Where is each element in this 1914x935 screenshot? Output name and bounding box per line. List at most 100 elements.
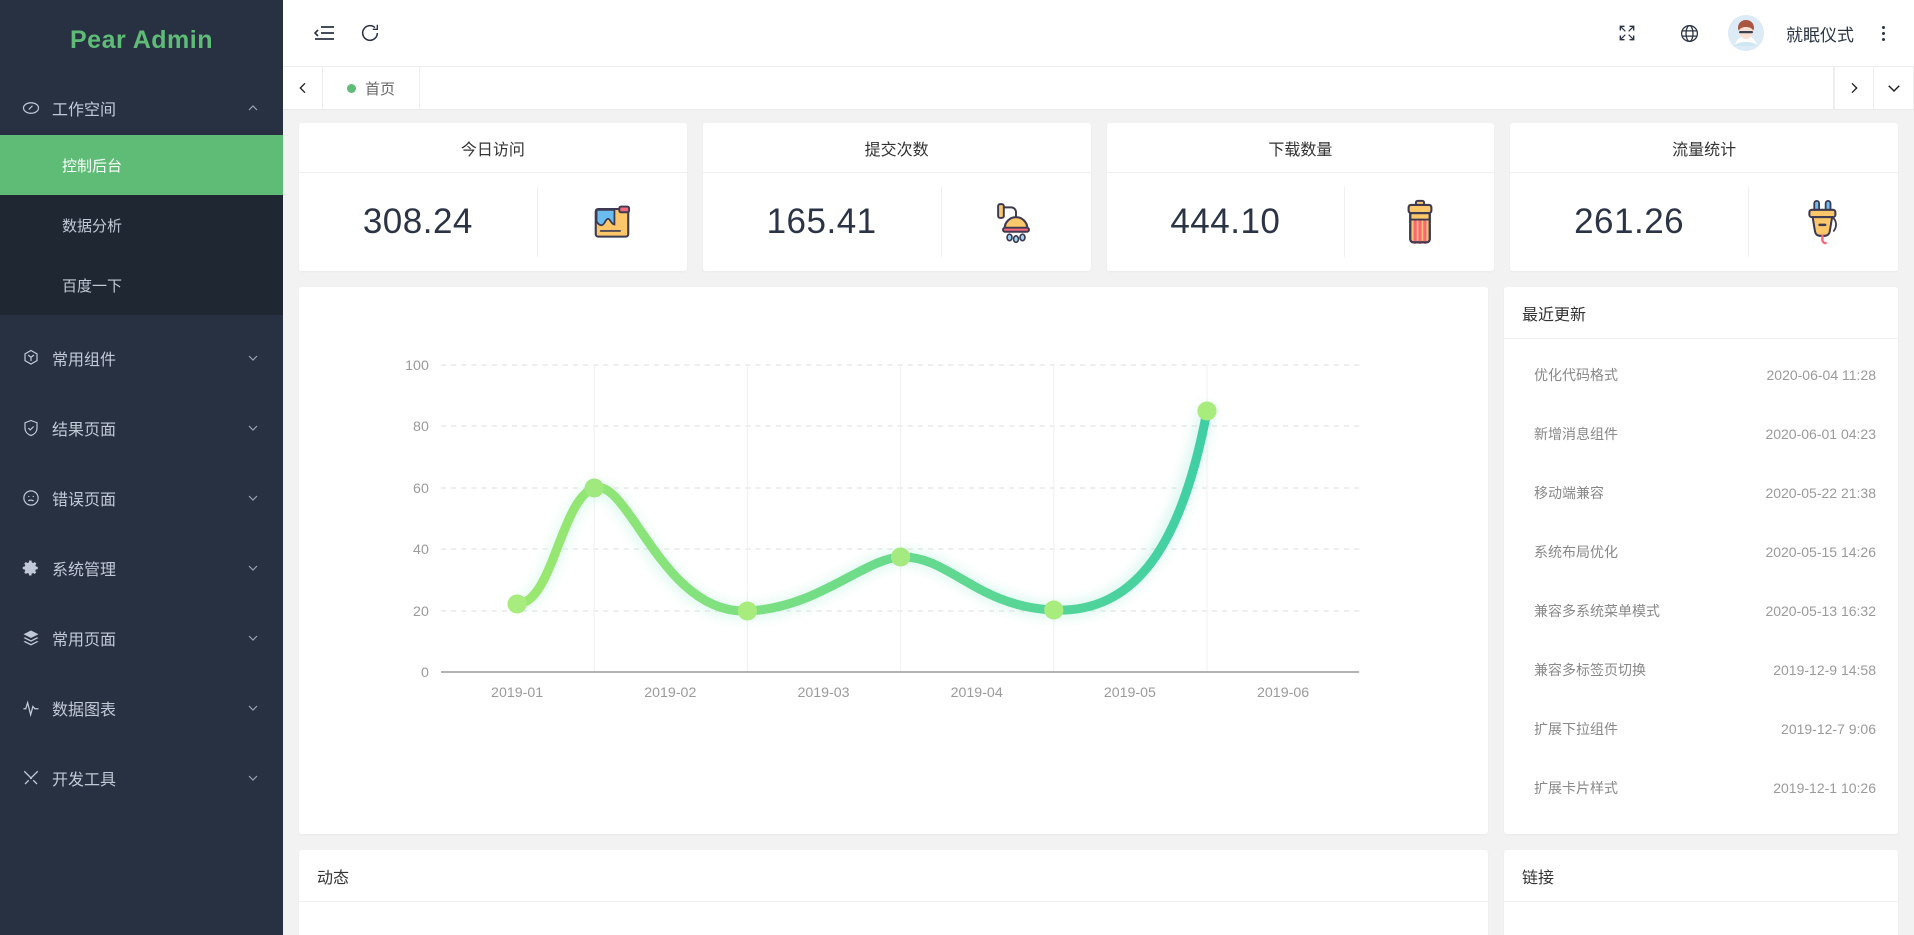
chart-and-recent-row: 100 80 60 40 20 0 2019-01 2019-02 2019-0… <box>299 287 1898 834</box>
tab-scroll-right-button[interactable] <box>1834 67 1874 109</box>
sidebar-submenu-workspace: 控制后台 数据分析 百度一下 <box>0 135 283 315</box>
user-name[interactable]: 就眠仪式 <box>1786 21 1854 46</box>
chevron-down-icon <box>245 560 261 576</box>
tab-home[interactable]: 首页 <box>323 67 421 109</box>
update-name: 系统布局优化 <box>1534 543 1618 560</box>
update-time: 2020-05-13 16:32 <box>1765 602 1876 619</box>
sidebar-group-data-charts[interactable]: 数据图表 <box>0 680 283 735</box>
chart-point[interactable] <box>737 601 758 621</box>
chart-x-tick-labels: 2019-01 2019-02 2019-03 2019-04 2019-05 … <box>491 684 1309 700</box>
chart-point[interactable] <box>890 547 911 567</box>
chart-point[interactable] <box>1044 600 1064 620</box>
sad-face-icon <box>22 489 52 507</box>
refresh-icon[interactable] <box>347 10 393 56</box>
trash-bin-icon <box>1344 187 1494 257</box>
stat-card-title: 下载数量 <box>1106 123 1495 173</box>
sidebar-item-baidu[interactable]: 百度一下 <box>0 255 283 315</box>
update-time: 2019-12-7 9:06 <box>1781 720 1876 737</box>
visits-line-chart: 100 80 60 40 20 0 2019-01 2019-02 2019-0… <box>405 357 1360 700</box>
sidebar-group-dev-tools[interactable]: 开发工具 <box>0 750 283 805</box>
stat-card-title: 今日访问 <box>299 123 687 173</box>
bottom-row: 动态 链接 <box>299 850 1898 935</box>
tab-scroll-left-button[interactable] <box>283 67 323 109</box>
stat-card-body: 444.10 <box>1107 173 1495 271</box>
list-item[interactable]: 扩展下拉组件 2019-12-7 9:06 <box>1504 699 1898 758</box>
stat-card-row: 今日访问 308.24 提交次数 165.41 下载数量 444.10 流量统计… <box>299 123 1898 271</box>
brand-logo: Pear Admin <box>69 25 213 54</box>
chevron-down-icon <box>245 420 261 436</box>
sidebar-menu: 工作空间 控制后台 数据分析 百度一下 常用组件 结果页面 错误页面 系统管理 … <box>0 80 283 805</box>
list-item[interactable]: 扩展卡片样式 2019-12-1 10:26 <box>1504 758 1898 817</box>
sidebar-group-error-pages[interactable]: 错误页面 <box>0 470 283 525</box>
sidebar-item-label: 控制后台 <box>62 157 123 175</box>
tab-dropdown-button[interactable] <box>1874 67 1914 109</box>
sidebar-group-common-pages[interactable]: 常用页面 <box>0 610 283 665</box>
content-area: 今日访问 308.24 提交次数 165.41 下载数量 444.10 流量统计… <box>283 110 1914 935</box>
update-time: 2020-05-22 21:38 <box>1765 484 1876 501</box>
list-item[interactable]: 兼容多标签页切换 2019-12-9 14:58 <box>1504 640 1898 699</box>
sidebar-group-label: 常用页面 <box>52 631 117 649</box>
sidebar-group-system-management[interactable]: 系统管理 <box>0 540 283 595</box>
sidebar-group-label: 数据图表 <box>52 701 117 719</box>
list-item[interactable]: 兼容多系统菜单模式 2020-05-13 16:32 <box>1504 581 1898 640</box>
tab-active-dot <box>347 83 356 93</box>
stat-card-value: 261.26 <box>1574 202 1685 241</box>
activity-card-title: 动态 <box>299 850 1488 902</box>
list-item[interactable]: 新增消息组件 2020-06-01 04:23 <box>1504 404 1898 463</box>
globe-icon[interactable] <box>1666 10 1712 56</box>
pulse-icon <box>22 699 52 717</box>
update-name: 兼容多标签页切换 <box>1534 661 1646 678</box>
update-name: 扩展卡片样式 <box>1534 779 1618 796</box>
stat-card-value: 308.24 <box>362 202 473 241</box>
chart-point[interactable] <box>507 594 527 614</box>
tools-icon <box>22 769 52 787</box>
app-root: Pear Admin 工作空间 控制后台 数据分析 百度一下 常用组件 结果页面… <box>0 0 1914 935</box>
sidebar-group-result-pages[interactable]: 结果页面 <box>0 400 283 455</box>
more-vertical-icon[interactable] <box>1870 25 1896 41</box>
list-item[interactable]: 系统布局优化 2020-05-15 14:26 <box>1504 522 1898 581</box>
svg-text:2019-04: 2019-04 <box>951 684 1003 700</box>
menu-collapse-icon[interactable] <box>301 10 347 56</box>
svg-text:80: 80 <box>413 418 429 434</box>
chart-point[interactable] <box>1197 401 1217 421</box>
svg-text:40: 40 <box>413 541 429 557</box>
main-area: 就眠仪式 首页 今日访问 308.24 提交次数 165.41 下载数量 444… <box>283 0 1914 935</box>
paint-bucket-icon <box>536 187 687 257</box>
chevron-down-icon <box>245 770 261 786</box>
list-item[interactable]: 优化代码格式 2020-06-04 11:28 <box>1504 345 1898 404</box>
top-bar: 就眠仪式 <box>283 0 1914 66</box>
chart-vertical-gridlines <box>593 365 1208 672</box>
avatar[interactable] <box>1728 15 1764 51</box>
update-name: 兼容多系统菜单模式 <box>1534 602 1660 619</box>
sidebar-group-components[interactable]: 常用组件 <box>0 330 283 385</box>
fullscreen-icon[interactable] <box>1604 10 1650 56</box>
menu-spacer <box>0 455 283 470</box>
svg-text:2019-05: 2019-05 <box>1104 684 1156 700</box>
chevron-down-icon <box>245 350 261 366</box>
sidebar-group-label: 常用组件 <box>52 351 117 369</box>
stat-card-value: 165.41 <box>766 202 877 241</box>
sidebar: Pear Admin 工作空间 控制后台 数据分析 百度一下 常用组件 结果页面… <box>0 0 283 935</box>
chart-gridlines <box>441 364 1360 612</box>
sidebar-item-data-analysis[interactable]: 数据分析 <box>0 195 283 255</box>
recent-updates-list: 优化代码格式 2020-06-04 11:28 新增消息组件 2020-06-0… <box>1504 339 1898 834</box>
chart-y-tick-labels: 100 80 60 40 20 0 <box>405 357 429 680</box>
sidebar-group-label: 结果页面 <box>52 421 117 439</box>
list-item[interactable]: 移动端兼容 2020-05-22 21:38 <box>1504 463 1898 522</box>
sidebar-item-control-console[interactable]: 控制后台 <box>0 135 283 195</box>
layers-icon <box>22 629 52 647</box>
chevron-up-icon <box>245 100 261 116</box>
chevron-down-icon <box>245 630 261 646</box>
chart-data-points <box>507 401 1217 621</box>
chart-point[interactable] <box>584 478 604 498</box>
tab-bar: 首页 <box>283 66 1914 110</box>
svg-text:2019-06: 2019-06 <box>1257 684 1309 700</box>
sidebar-group-label: 工作空间 <box>52 101 117 119</box>
cube-icon <box>22 349 52 367</box>
visits-line-chart-card: 100 80 60 40 20 0 2019-01 2019-02 2019-0… <box>299 287 1488 834</box>
sidebar-group-workspace[interactable]: 工作空间 <box>0 80 283 135</box>
topbar-actions: 就眠仪式 <box>1604 10 1896 56</box>
update-name: 移动端兼容 <box>1534 484 1604 501</box>
power-plug-icon <box>1748 187 1898 257</box>
stat-card-title: 流量统计 <box>1510 123 1898 173</box>
